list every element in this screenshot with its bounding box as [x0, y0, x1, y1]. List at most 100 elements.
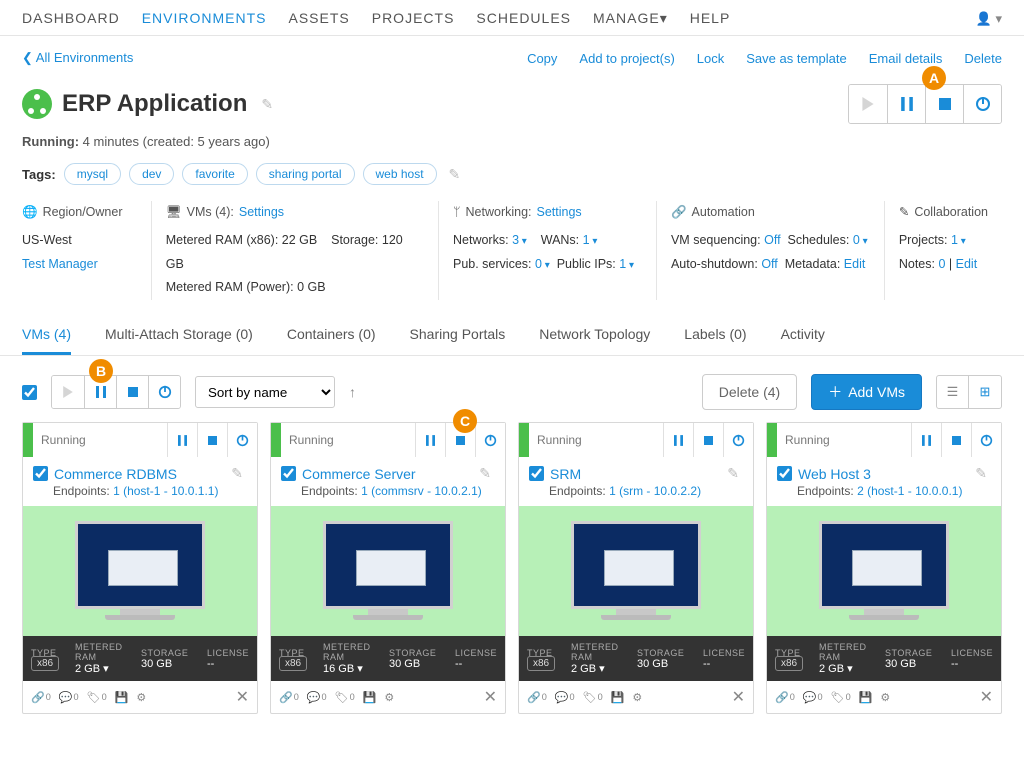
- gear-icon[interactable]: ⚙: [880, 691, 890, 704]
- vm-poweroff-button[interactable]: [971, 423, 1001, 457]
- bulk-run-button[interactable]: [52, 376, 84, 408]
- vm-poweroff-button[interactable]: [227, 423, 257, 457]
- nav-help[interactable]: HELP: [690, 10, 731, 27]
- nav-assets[interactable]: ASSETS: [288, 10, 349, 27]
- view-list-icon[interactable]: ☰: [937, 376, 969, 408]
- env-poweroff-button[interactable]: [963, 85, 1001, 123]
- net-count-icon[interactable]: 🔗0: [31, 691, 51, 704]
- tag[interactable]: sharing portal: [256, 163, 355, 185]
- vms-settings-link[interactable]: Settings: [239, 201, 284, 225]
- vm-thumbnail[interactable]: [519, 506, 753, 636]
- vm-checkbox[interactable]: [777, 466, 792, 481]
- vm-name-link[interactable]: SRM: [550, 466, 581, 482]
- action-copy[interactable]: Copy: [527, 51, 557, 66]
- disk-icon[interactable]: 💾: [611, 691, 625, 704]
- spec-ram-value[interactable]: 2 GB ▾: [75, 662, 141, 675]
- metadata-edit-link[interactable]: Edit: [844, 257, 866, 271]
- bulk-poweroff-button[interactable]: [148, 376, 180, 408]
- nav-environments[interactable]: ENVIRONMENTS: [142, 10, 267, 27]
- nav-manage[interactable]: MANAGE▾: [593, 10, 668, 27]
- endpoints-link[interactable]: 1 (host-1 - 10.0.1.1): [113, 484, 218, 498]
- spec-ram-value[interactable]: 2 GB ▾: [819, 662, 885, 675]
- wans-dropdown[interactable]: 1: [583, 233, 598, 247]
- remove-vm-icon[interactable]: ✕: [484, 687, 497, 707]
- vm-stop-button[interactable]: [197, 423, 227, 457]
- owner-link[interactable]: Test Manager: [22, 257, 98, 271]
- back-link[interactable]: ❮ All Environments: [22, 50, 133, 66]
- chat-count-icon[interactable]: 💬0: [307, 691, 327, 704]
- nav-projects[interactable]: PROJECTS: [372, 10, 455, 27]
- pubservices-dropdown[interactable]: 0: [535, 257, 550, 271]
- nav-dashboard[interactable]: DASHBOARD: [22, 10, 120, 27]
- vm-stop-button[interactable]: [941, 423, 971, 457]
- tag[interactable]: mysql: [64, 163, 121, 185]
- tag[interactable]: dev: [129, 163, 174, 185]
- spec-ram-value[interactable]: 2 GB ▾: [571, 662, 637, 675]
- tag-count-icon[interactable]: 🏷0: [87, 691, 107, 704]
- endpoints-link[interactable]: 1 (commsrv - 10.0.2.1): [361, 484, 482, 498]
- net-count-icon[interactable]: 🔗0: [775, 691, 795, 704]
- nav-schedules[interactable]: SCHEDULES: [476, 10, 571, 27]
- tab-labels[interactable]: Labels (0): [684, 326, 746, 355]
- vm-stop-button[interactable]: [693, 423, 723, 457]
- sort-direction-icon[interactable]: ↑: [349, 384, 356, 400]
- vm-pause-button[interactable]: [415, 423, 445, 457]
- env-pause-button[interactable]: [887, 85, 925, 123]
- edit-tags-icon[interactable]: ✎: [445, 166, 465, 183]
- publicips-dropdown[interactable]: 1: [619, 257, 634, 271]
- endpoints-link[interactable]: 1 (srm - 10.0.2.2): [609, 484, 701, 498]
- sort-select[interactable]: Sort by name: [195, 376, 335, 408]
- delete-selected-button[interactable]: Delete (4): [702, 374, 797, 410]
- tab-topology[interactable]: Network Topology: [539, 326, 650, 355]
- tag-count-icon[interactable]: 🏷0: [335, 691, 355, 704]
- tag-count-icon[interactable]: 🏷0: [583, 691, 603, 704]
- action-lock[interactable]: Lock: [697, 51, 724, 66]
- vm-pause-button[interactable]: [663, 423, 693, 457]
- env-run-button[interactable]: [849, 85, 887, 123]
- edit-vm-icon[interactable]: ✎: [227, 465, 247, 482]
- chat-count-icon[interactable]: 💬0: [59, 691, 79, 704]
- vm-name-link[interactable]: Commerce RDBMS: [54, 466, 177, 482]
- view-grid-icon[interactable]: ⊞: [969, 376, 1001, 408]
- disk-icon[interactable]: 💾: [115, 691, 129, 704]
- vm-name-link[interactable]: Web Host 3: [798, 466, 871, 482]
- vm-name-link[interactable]: Commerce Server: [302, 466, 416, 482]
- disk-icon[interactable]: 💾: [363, 691, 377, 704]
- remove-vm-icon[interactable]: ✕: [732, 687, 745, 707]
- vm-pause-button[interactable]: [167, 423, 197, 457]
- bulk-stop-button[interactable]: [116, 376, 148, 408]
- tag-count-icon[interactable]: 🏷0: [831, 691, 851, 704]
- tab-multiattach[interactable]: Multi-Attach Storage (0): [105, 326, 253, 355]
- tag[interactable]: favorite: [182, 163, 247, 185]
- action-add-project[interactable]: Add to project(s): [579, 51, 674, 66]
- vm-poweroff-button[interactable]: [475, 423, 505, 457]
- projects-dropdown[interactable]: 1: [951, 233, 966, 247]
- chat-count-icon[interactable]: 💬0: [803, 691, 823, 704]
- gear-icon[interactable]: ⚙: [632, 691, 642, 704]
- tab-sharing[interactable]: Sharing Portals: [410, 326, 506, 355]
- action-email-details[interactable]: Email details: [869, 51, 943, 66]
- networks-dropdown[interactable]: 3: [512, 233, 527, 247]
- vm-poweroff-button[interactable]: [723, 423, 753, 457]
- env-stop-button[interactable]: [925, 85, 963, 123]
- vm-checkbox[interactable]: [33, 466, 48, 481]
- vm-thumbnail[interactable]: [23, 506, 257, 636]
- vmseq-link[interactable]: Off: [764, 233, 780, 247]
- select-all-checkbox[interactable]: [22, 385, 37, 400]
- gear-icon[interactable]: ⚙: [384, 691, 394, 704]
- user-menu[interactable]: 👤 ▾: [976, 11, 1002, 27]
- vm-checkbox[interactable]: [281, 466, 296, 481]
- remove-vm-icon[interactable]: ✕: [980, 687, 993, 707]
- edit-vm-icon[interactable]: ✎: [723, 465, 743, 482]
- action-delete[interactable]: Delete: [964, 51, 1002, 66]
- networking-settings-link[interactable]: Settings: [537, 201, 582, 225]
- vm-thumbnail[interactable]: [767, 506, 1001, 636]
- edit-vm-icon[interactable]: ✎: [971, 465, 991, 482]
- disk-icon[interactable]: 💾: [859, 691, 873, 704]
- vm-thumbnail[interactable]: [271, 506, 505, 636]
- tag[interactable]: web host: [363, 163, 437, 185]
- net-count-icon[interactable]: 🔗0: [527, 691, 547, 704]
- gear-icon[interactable]: ⚙: [136, 691, 146, 704]
- action-save-template[interactable]: Save as template: [746, 51, 846, 66]
- tab-activity[interactable]: Activity: [781, 326, 825, 355]
